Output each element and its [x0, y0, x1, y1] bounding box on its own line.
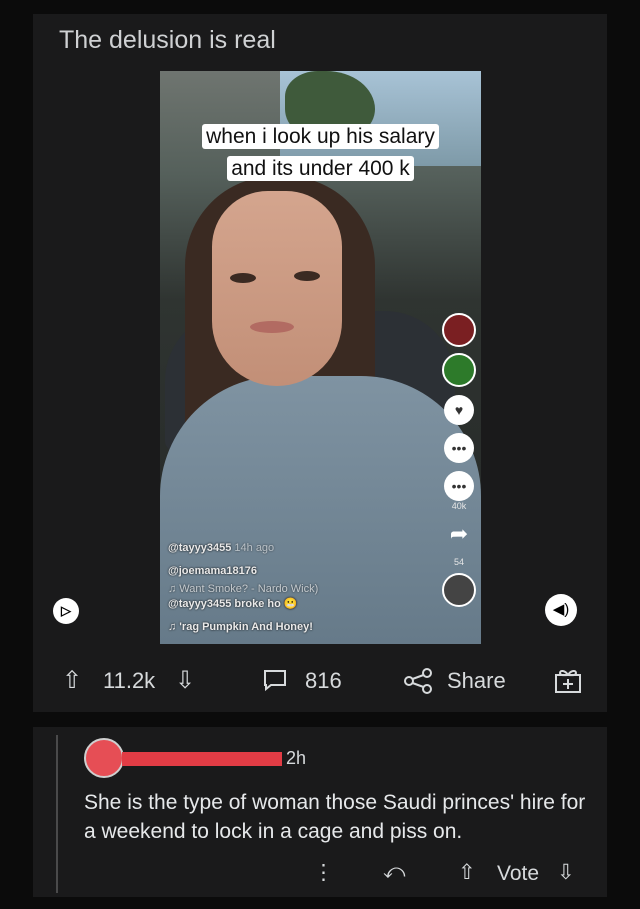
person-face: [212, 191, 342, 386]
reply-arrow-icon[interactable]: ⤺: [383, 860, 405, 884]
video-caption-line2: and its under 400 k: [160, 155, 481, 182]
comment-time: 2h: [286, 748, 307, 768]
person-lips: [250, 321, 294, 333]
comment-count[interactable]: 816: [305, 668, 342, 694]
post-title[interactable]: The delusion is real: [59, 26, 276, 55]
upvote-button[interactable]: ⇧: [62, 666, 82, 695]
overlay-song: ♫ Want Smoke? - Nardo Wick): [168, 583, 319, 595]
share-arrow-icon[interactable]: ➦: [444, 519, 474, 549]
overlay-mention: @joemama18176: [168, 565, 258, 577]
creator-avatar[interactable]: [442, 313, 476, 347]
video-caption-line1: when i look up his salary: [160, 123, 481, 150]
overlay-time: 14h ago: [234, 542, 275, 554]
comment-dots-icon[interactable]: •••: [444, 433, 474, 463]
downvote-arrow-icon[interactable]: ⇩: [175, 667, 195, 694]
likes-small-count: 40k: [451, 501, 467, 511]
heart-icon[interactable]: ♥: [444, 395, 474, 425]
thread-line[interactable]: [56, 735, 58, 893]
comment-downvote-icon[interactable]: ⇩: [557, 860, 575, 885]
left-eye: [230, 273, 256, 283]
volume-icon[interactable]: ◀): [545, 594, 577, 626]
share-button[interactable]: Share: [447, 668, 506, 694]
redacted-username: [122, 752, 282, 766]
overlay-reply: @tayyy3455 broke ho 😬: [168, 598, 298, 610]
overlay-sound: ♫ 'rag Pumpkin And Honey!: [168, 621, 313, 633]
comment-upvote-icon[interactable]: ⇧: [458, 860, 476, 885]
award-gift-icon[interactable]: [553, 666, 583, 700]
comment-body: She is the type of woman those Saudi pri…: [84, 791, 586, 843]
commenter-avatar[interactable]: [84, 738, 124, 778]
more-dots-icon[interactable]: •••: [444, 471, 474, 501]
overlay-handle: @tayyy3455 14h ago: [168, 542, 275, 554]
downvote-button[interactable]: ⇩: [175, 666, 195, 695]
right-eye: [294, 271, 320, 281]
more-options-icon[interactable]: ⋮: [313, 860, 334, 885]
upvote-count: 11.2k: [103, 668, 156, 693]
vote-label: Vote: [497, 862, 540, 885]
share-icon[interactable]: [403, 668, 433, 700]
post-video[interactable]: when i look up his salary and its under …: [160, 71, 481, 644]
upvote-arrow-icon[interactable]: ⇧: [62, 667, 82, 694]
reply-avatar[interactable]: [442, 353, 476, 387]
video-play-badge-icon[interactable]: ▷: [53, 598, 79, 624]
share-small-count: 54: [453, 557, 464, 567]
comment-bubble-icon[interactable]: [262, 668, 288, 698]
video-side-actions: ♥ ••• ••• 40k ➦ 54: [441, 307, 477, 613]
music-disc-icon[interactable]: [442, 573, 476, 607]
